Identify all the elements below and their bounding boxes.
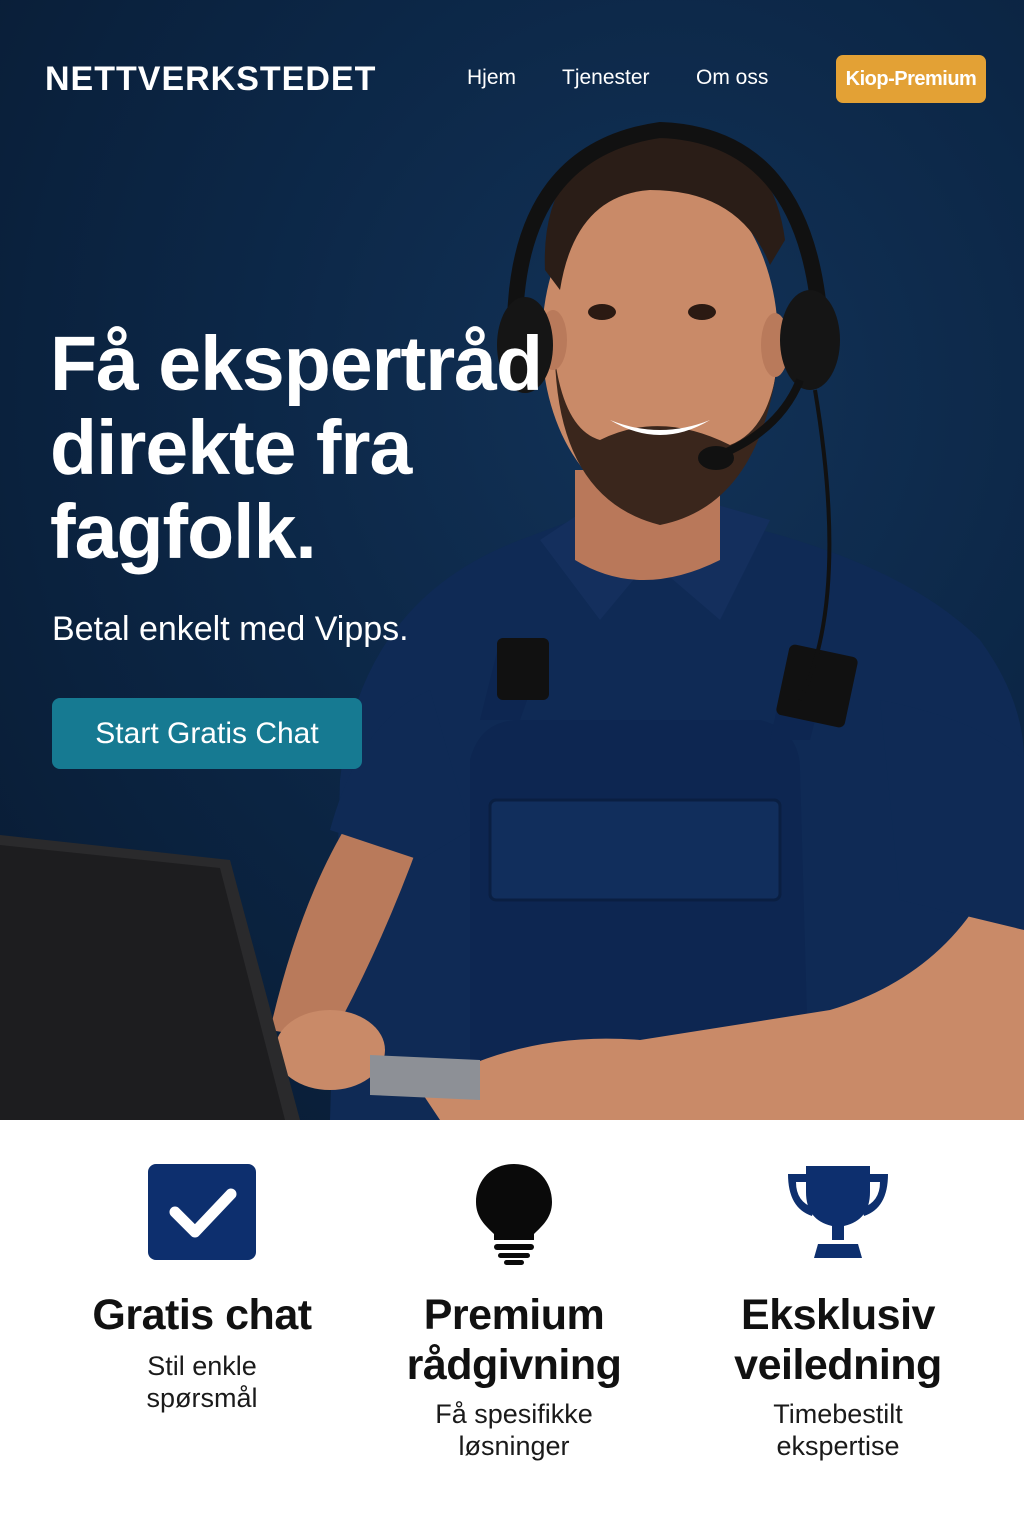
feature-title-line: veiledning: [734, 1341, 942, 1389]
nav-link-about[interactable]: Om oss: [696, 66, 768, 90]
feature-desc-line: løsninger: [458, 1431, 570, 1461]
feature-desc-line: Timebestilt: [773, 1399, 903, 1429]
feature-title: Gratis chat: [32, 1290, 372, 1340]
headline-line: fagfolk.: [50, 489, 317, 575]
feature-description: Få spesifikke løsninger: [344, 1398, 684, 1462]
lightbulb-icon: [476, 1164, 552, 1265]
hero-section: NETTVERKSTEDET Hjem Tjenester Om oss Kio…: [0, 0, 1024, 1120]
hero-subline: Betal enkelt med Vipps.: [52, 610, 409, 648]
feature-desc-line: spørsmål: [146, 1383, 258, 1413]
feature-desc-line: Stil enkle: [147, 1351, 257, 1381]
trophy-icon: [788, 1166, 888, 1258]
checkbox-icon: [148, 1164, 256, 1260]
feature-title-line: Premium: [423, 1291, 605, 1339]
feature-desc-line: ekspertise: [776, 1431, 900, 1461]
feature-title: Premium rådgivning: [344, 1290, 684, 1390]
features-section: Gratis chat Stil enkle spørsmål Premium …: [0, 1120, 1024, 1536]
feature-desc-line: Få spesifikke: [435, 1399, 593, 1429]
feature-title-line: Eksklusiv: [741, 1291, 935, 1339]
feature-title: Eksklusiv veiledning: [668, 1290, 1008, 1390]
headline-line: Få ekspertråd: [50, 321, 543, 407]
brand-logo[interactable]: NETTVERKSTEDET: [45, 60, 376, 99]
nav-link-services[interactable]: Tjenester: [562, 66, 650, 90]
feature-description: Timebestilt ekspertise: [668, 1398, 1008, 1462]
hero-headline: Få ekspertråd direkte fra fagfolk.: [50, 322, 570, 574]
feature-title-line: rådgivning: [406, 1341, 622, 1389]
nav-link-home[interactable]: Hjem: [467, 66, 516, 90]
feature-title-line: Gratis chat: [92, 1291, 312, 1339]
headline-line: direkte fra: [50, 405, 412, 491]
buy-premium-button[interactable]: Kiop-Premium: [836, 55, 986, 103]
feature-description: Stil enkle spørsmål: [32, 1350, 372, 1414]
start-free-chat-button[interactable]: Start Gratis Chat: [52, 698, 362, 769]
